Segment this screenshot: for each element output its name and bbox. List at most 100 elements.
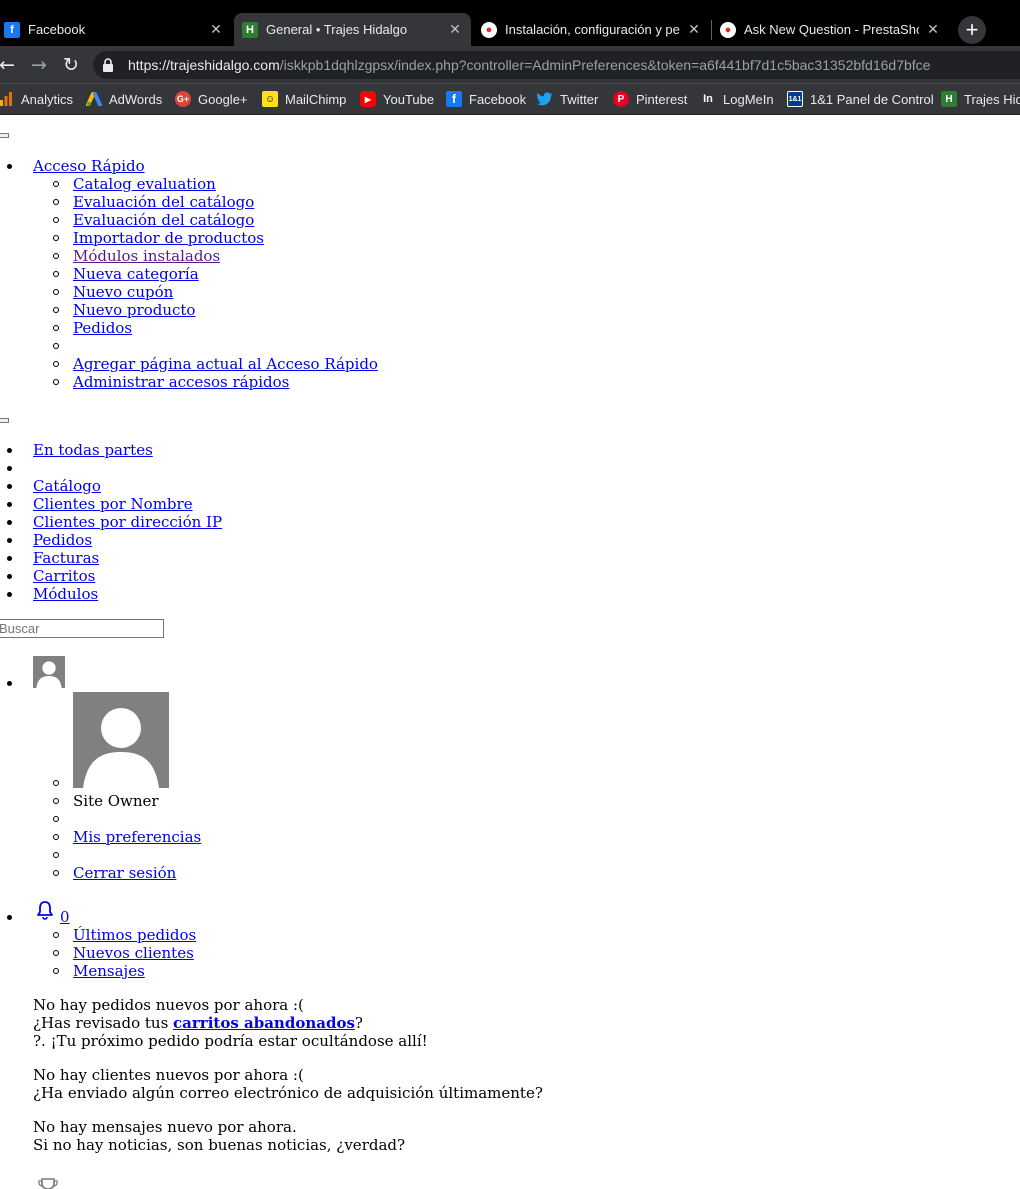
bookmark-label: Trajes Hida — [964, 91, 1020, 107]
bookmark-label: LogMeIn — [723, 91, 774, 107]
adwords-icon — [86, 91, 102, 107]
logout-link[interactable]: Cerrar sesión — [73, 864, 176, 882]
orders-empty-text: No hay pedidos nuevos por ahora :( — [33, 996, 304, 1014]
tab-instalacion[interactable]: ● Instalación, configuración y perso ✕ — [473, 13, 710, 46]
close-icon[interactable]: ✕ — [686, 21, 702, 38]
manage-quick-access-link[interactable]: Administrar accesos rápidos — [73, 373, 289, 391]
url-path: /iskkpb1dqhlzgpsx/index.php?controller=A… — [279, 57, 931, 73]
search-scope-item: Pedidos — [6, 531, 92, 549]
bookmark-logmein[interactable]: In LogMeIn — [700, 89, 774, 109]
quick-access-item-link[interactable]: Evaluación del catálogo — [73, 193, 254, 211]
url-host: https://trajeshidalgo.com — [128, 57, 280, 73]
bookmark-label: AdWords — [109, 91, 163, 107]
messages-empty-text: No hay mensajes nuevo por ahora. — [33, 1118, 297, 1136]
youtube-icon: ▶ — [360, 91, 376, 107]
lock-icon — [103, 58, 113, 72]
search-scope-link[interactable]: Catálogo — [33, 477, 101, 495]
quick-access-item-link[interactable]: Nuevo producto — [73, 301, 195, 319]
quick-access-item-link[interactable]: Evaluación del catálogo — [73, 211, 254, 229]
quick-access-item-link[interactable]: Catalog evaluation — [73, 175, 216, 193]
quick-access-link[interactable]: Acceso Rápido — [33, 157, 145, 175]
messages-link[interactable]: Mensajes — [73, 962, 145, 980]
new-customers-link[interactable]: Nuevos clientes — [73, 944, 194, 962]
notifications-count-text: 0 — [60, 908, 70, 926]
twitter-icon — [537, 91, 553, 107]
notifications-count[interactable]: 0 — [54, 908, 70, 926]
search-scope-link[interactable]: Carritos — [33, 567, 95, 585]
bookmark-label: YouTube — [383, 91, 435, 107]
quick-access-manage: Administrar accesos rápidos — [52, 373, 289, 391]
search-scope-item: Módulos — [6, 585, 98, 603]
bookmark-pinterest[interactable]: P Pinterest — [613, 89, 687, 109]
abandoned-carts-link[interactable]: carritos abandonados — [173, 1014, 355, 1032]
address-bar[interactable]: https://trajeshidalgo.com/iskkpb1dqhlzgp… — [93, 51, 1020, 79]
bookmark-google-plus[interactable]: G+ Google+ — [175, 89, 248, 109]
forward-arrow-icon[interactable]: → — [26, 52, 52, 78]
analytics-icon — [0, 91, 14, 107]
search-scope-link[interactable]: Clientes por dirección IP — [33, 513, 222, 531]
orders-hint-prefix: ¿Has revisado tus — [33, 1014, 174, 1032]
bookmark-label: 1&1 Panel de Control — [810, 91, 934, 107]
search-scope-link[interactable]: Módulos — [33, 585, 98, 603]
url-text: https://trajeshidalgo.com/iskkpb1dqhlzgp… — [128, 51, 930, 79]
close-icon[interactable]: ✕ — [208, 21, 224, 38]
tab-general-trajes-hidalgo[interactable]: H General • Trajes Hidalgo ✕ — [234, 13, 471, 46]
tab-latest-orders: Últimos pedidos — [52, 926, 196, 944]
quick-access-item: Nueva categoría — [53, 265, 199, 283]
reload-icon[interactable]: ↻ — [58, 52, 84, 78]
quick-access-item-link[interactable]: Pedidos — [73, 319, 132, 337]
search-scope-toggle[interactable] — [0, 418, 9, 423]
tab-new-customers: Nuevos clientes — [53, 944, 194, 962]
latest-orders-link[interactable]: Últimos pedidos — [73, 926, 196, 944]
search-input[interactable] — [0, 619, 164, 638]
tab-title: Instalación, configuración y perso — [505, 22, 680, 37]
quick-access-item-link[interactable]: Nueva categoría — [73, 265, 199, 283]
bookmark-twitter[interactable]: Twitter — [537, 89, 598, 109]
mailchimp-icon: ☺ — [262, 91, 278, 107]
search-scope-link[interactable]: Clientes por Nombre — [33, 495, 193, 513]
bookmark-analytics[interactable]: Analytics — [0, 89, 73, 109]
tab-strip: f Facebook ✕ H General • Trajes Hidalgo … — [0, 0, 1020, 46]
bookmark-trajes-hidalgo[interactable]: H Trajes Hida — [941, 89, 1020, 109]
bookmark-adwords[interactable]: AdWords — [86, 89, 162, 109]
employee-logout: Cerrar sesión — [52, 864, 176, 882]
close-icon[interactable]: ✕ — [447, 21, 463, 38]
bookmark-facebook[interactable]: f Facebook — [446, 89, 526, 109]
tab-ask-new-question[interactable]: ● Ask New Question - PrestaShop ✕ — [712, 13, 949, 46]
bookmark-label: Twitter — [560, 91, 599, 107]
close-icon[interactable]: ✕ — [925, 21, 941, 38]
quick-access-item-link[interactable]: Módulos instalados — [73, 247, 220, 265]
tab-title: General • Trajes Hidalgo — [266, 22, 408, 37]
quick-access-item-link[interactable]: Nuevo cupón — [73, 283, 173, 301]
tab-messages: Mensajes — [53, 962, 145, 980]
orders-hint2-text: ?. ¡Tu próximo pedido podría estar ocult… — [33, 1032, 428, 1050]
my-preferences-link[interactable]: Mis preferencias — [73, 828, 201, 846]
bookmark-1and1[interactable]: 1&1 1&1 Panel de Control — [787, 89, 934, 109]
new-tab-button[interactable]: + — [958, 16, 986, 44]
bookmark-label: Facebook — [469, 91, 527, 107]
pinterest-icon: P — [613, 91, 629, 107]
add-current-page-link[interactable]: Agregar página actual al Acceso Rápido — [73, 355, 378, 373]
search-scope-link[interactable]: Pedidos — [33, 531, 92, 549]
search-scope-item: Clientes por dirección IP — [6, 513, 222, 531]
bookmark-youtube[interactable]: ▶ YouTube — [360, 89, 434, 109]
customers-hint-text: ¿Ha enviado algún correo electrónico de … — [33, 1084, 543, 1102]
bookmark-label: Google+ — [198, 91, 248, 107]
avatar[interactable] — [33, 656, 65, 688]
quick-access-toggle[interactable] — [0, 133, 9, 138]
bell-icon[interactable] — [36, 900, 54, 920]
search-scope-link[interactable]: Facturas — [33, 549, 99, 567]
quick-access-item-link[interactable]: Importador de productos — [73, 229, 264, 247]
back-arrow-icon[interactable]: ← — [0, 52, 20, 78]
quick-access-item: Importador de productos — [53, 229, 264, 247]
search-everywhere-link[interactable]: En todas partes — [33, 441, 153, 459]
quick-access-dropdown: Acceso Rápido — [7, 157, 145, 175]
search-scope-item: Facturas — [6, 549, 99, 567]
bookmark-label: Analytics — [21, 91, 74, 107]
search-scope-item: Clientes por Nombre — [7, 495, 193, 513]
messages-hint-text: Si no hay noticias, son buenas noticias,… — [33, 1136, 406, 1154]
trajes-hidalgo-icon: H — [242, 21, 258, 38]
quick-access-item: Pedidos — [52, 319, 132, 337]
tab-facebook[interactable]: f Facebook ✕ — [0, 13, 232, 46]
bookmark-mailchimp[interactable]: ☺ MailChimp — [262, 89, 346, 109]
